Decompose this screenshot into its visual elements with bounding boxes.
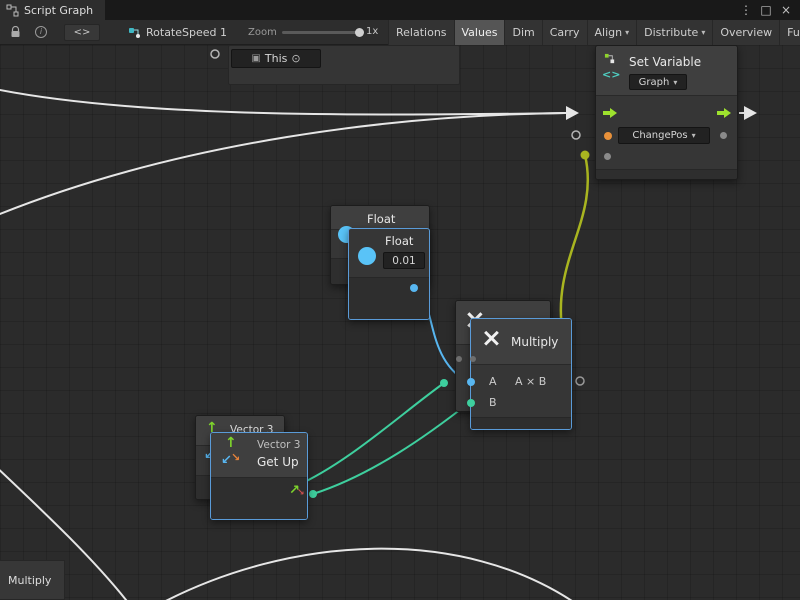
getup-title: Get Up xyxy=(257,455,299,469)
port-b-label: B xyxy=(489,396,497,409)
multiply-a-port[interactable] xyxy=(467,378,475,386)
flow-input-port[interactable] xyxy=(602,107,618,119)
graph-breadcrumb[interactable]: RotateSpeed 1 xyxy=(128,24,227,41)
script-graph-icon xyxy=(6,4,19,17)
variable-scope-dropdown[interactable]: Graph ▾ xyxy=(629,74,687,90)
teal-wire-endpoint[interactable] xyxy=(440,379,448,387)
zoom-value: 1x xyxy=(366,26,378,37)
cube-icon: ▣ xyxy=(251,53,260,64)
window-close-icon[interactable]: × xyxy=(778,3,794,17)
multiply-title: Multiply xyxy=(511,335,558,349)
float-icon xyxy=(358,247,376,265)
chevron-down-icon: ▾ xyxy=(692,131,696,140)
wire-result-to-variable xyxy=(561,155,588,335)
this-node[interactable]: ▣ This ⊙ xyxy=(231,49,321,68)
multiply-output-port[interactable] xyxy=(576,377,584,385)
values-button[interactable]: Values xyxy=(454,20,505,45)
arrow-down-right-icon: ↘ xyxy=(231,451,240,464)
arrow-down-right-icon: ↘ xyxy=(297,488,305,498)
zoom-slider-knob[interactable] xyxy=(355,28,364,37)
this-node-group[interactable]: ▣ This ⊙ xyxy=(228,45,460,85)
chevron-down-icon: ▾ xyxy=(673,78,677,87)
wire-vector-to-b xyxy=(313,402,470,494)
graph-name: RotateSpeed 1 xyxy=(146,26,227,39)
dim-button[interactable]: Dim xyxy=(504,20,541,45)
overview-button[interactable]: Overview xyxy=(712,20,779,45)
vector-output-endpoint[interactable] xyxy=(309,490,317,498)
float-port-strip xyxy=(349,277,429,319)
chevron-down-icon: ▾ xyxy=(701,21,705,45)
multiply-b-port[interactable] xyxy=(467,399,475,407)
unconnected-port[interactable] xyxy=(572,131,580,139)
float-value-field[interactable]: 0.01 xyxy=(383,252,425,269)
flow-output-port[interactable] xyxy=(716,107,732,119)
variable-name-port[interactable] xyxy=(604,132,612,140)
tab-title: Script Graph xyxy=(24,4,93,17)
float-node[interactable]: Float 0.01 xyxy=(348,228,430,320)
graph-canvas[interactable]: ▣ This ⊙ <> Set Variable Graph ▾ ChangeP… xyxy=(0,45,800,600)
set-variable-title: Set Variable xyxy=(629,55,701,69)
wire-bottom-curve xyxy=(158,549,578,600)
unused-port[interactable] xyxy=(470,356,476,362)
value-input-port[interactable] xyxy=(604,153,611,160)
tab-script-graph[interactable]: Script Graph xyxy=(0,0,105,20)
variable-icon: <> xyxy=(602,68,620,81)
window-menu-icon[interactable]: ⋮ xyxy=(738,3,754,17)
window-titlebar: Script Graph ⋮ □ × xyxy=(0,0,800,20)
this-output-port[interactable] xyxy=(211,50,219,58)
variable-output-port[interactable] xyxy=(720,132,727,139)
vector3-getup-node[interactable]: ↑ Vector 3 ↙ ↘ Get Up ↗ ↘ xyxy=(210,432,308,520)
float-output-port[interactable] xyxy=(410,284,418,292)
graph-unit-icon xyxy=(604,53,616,65)
port-result-label: A × B xyxy=(515,375,546,388)
float-title: Float xyxy=(385,234,413,248)
multiply-icon: × xyxy=(481,323,502,352)
code-toggle-button[interactable]: <> xyxy=(64,24,100,41)
zoom-label: Zoom xyxy=(248,27,277,38)
target-port-icon[interactable]: ⊙ xyxy=(291,52,300,65)
olive-wire-endpoint[interactable] xyxy=(581,151,590,160)
align-button[interactable]: Align▾ xyxy=(587,20,637,45)
up-arrow-icon: ↑ xyxy=(225,435,237,451)
variable-name-dropdown[interactable]: ChangePos ▾ xyxy=(618,127,710,144)
toolbar-button-group: Relations Values Dim Carry Align▾ Distri… xyxy=(388,20,800,45)
tooltip-text: Multiply xyxy=(8,574,51,587)
vector3-surtitle: Vector 3 xyxy=(257,439,300,451)
wire-flow-left-upper xyxy=(0,88,566,115)
flow-arrowhead-in xyxy=(566,106,579,120)
fullscreen-button[interactable]: Full Screen xyxy=(779,20,800,45)
back-port[interactable] xyxy=(456,356,462,362)
zoom-slider[interactable] xyxy=(282,31,360,34)
node-tooltip: Multiply xyxy=(0,560,65,600)
port-a-label: A xyxy=(489,375,497,388)
window-maximize-icon[interactable]: □ xyxy=(758,3,774,17)
node-footer xyxy=(471,417,571,429)
distribute-button[interactable]: Distribute▾ xyxy=(636,20,712,45)
chevron-down-icon: ▾ xyxy=(625,21,629,45)
relations-button[interactable]: Relations xyxy=(388,20,454,45)
multiply-node[interactable]: × Multiply A A × B B xyxy=(470,318,572,430)
info-icon[interactable]: i xyxy=(32,24,50,40)
flow-arrowhead-out xyxy=(744,106,757,120)
wire-flow-left-lower xyxy=(0,113,566,218)
node-footer xyxy=(596,169,737,179)
graph-asset-icon xyxy=(128,26,141,39)
wire-vector-back-to-a xyxy=(296,383,444,486)
set-variable-node[interactable]: <> Set Variable Graph ▾ ChangePos ▾ xyxy=(595,45,738,180)
carry-button[interactable]: Carry xyxy=(542,20,587,45)
float-back-title: Float xyxy=(367,212,395,226)
graph-toolbar: i <> RotateSpeed 1 Zoom 1x Relations Val… xyxy=(0,20,800,45)
this-node-label: This xyxy=(265,52,287,65)
lock-icon[interactable] xyxy=(6,24,24,40)
